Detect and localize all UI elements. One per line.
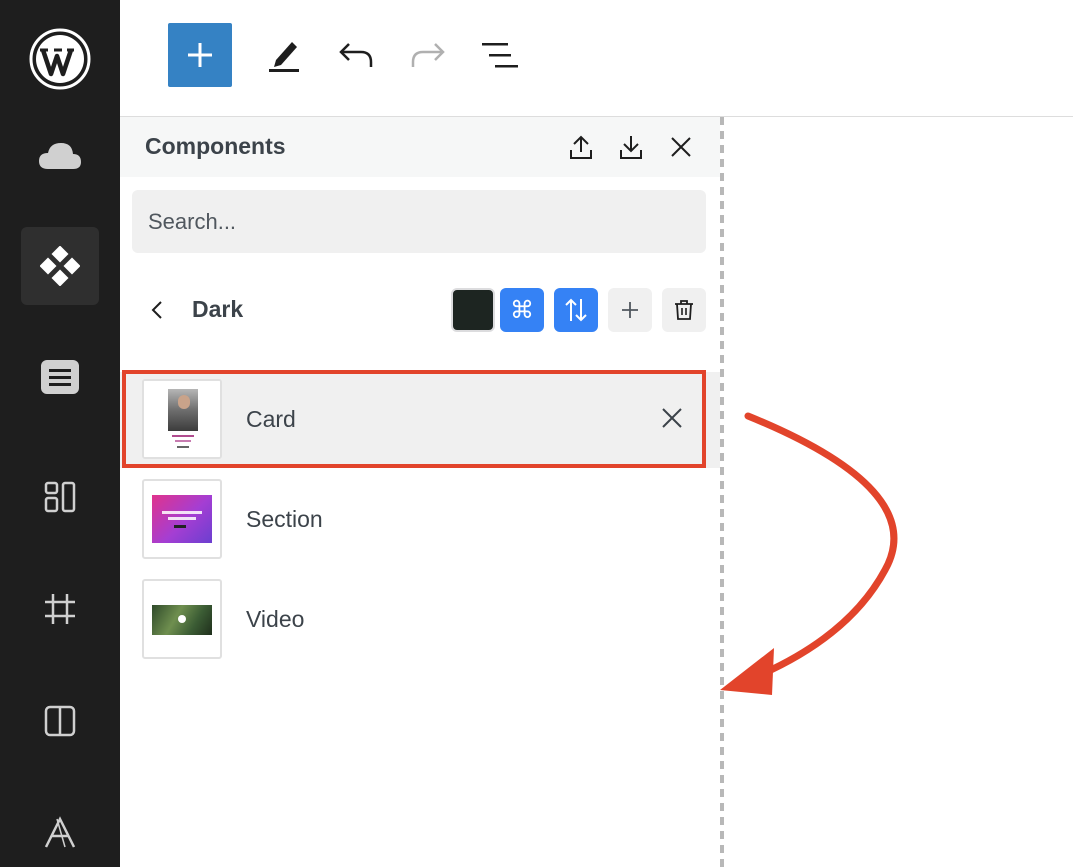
redo-icon xyxy=(411,43,445,67)
export-button[interactable] xyxy=(565,131,597,163)
list-item-video[interactable]: Video xyxy=(120,572,720,668)
remove-item-button[interactable] xyxy=(656,402,688,434)
color-swatch-button[interactable] xyxy=(451,288,495,332)
back-button[interactable] xyxy=(142,295,172,325)
upload-icon xyxy=(570,135,592,159)
edit-tools-button[interactable] xyxy=(252,23,316,87)
typography-icon xyxy=(44,816,76,848)
sidebar-item-typography[interactable] xyxy=(21,794,99,867)
sort-icon xyxy=(565,298,587,322)
sidebar-item-frame[interactable] xyxy=(21,570,99,648)
close-icon xyxy=(662,408,682,428)
add-block-button[interactable] xyxy=(168,23,232,87)
close-icon xyxy=(671,137,691,157)
components-icon xyxy=(40,246,80,286)
wordpress-logo-button[interactable] xyxy=(21,20,99,98)
redo-button[interactable] xyxy=(396,23,460,87)
list-view-button[interactable] xyxy=(468,23,532,87)
sidebar-item-components[interactable] xyxy=(21,227,99,305)
sidebar-item-pages[interactable] xyxy=(21,338,99,416)
section-thumbnail xyxy=(142,479,222,559)
sidebar-item-layout[interactable] xyxy=(21,458,99,536)
undo-icon xyxy=(339,43,373,67)
columns-icon xyxy=(44,705,76,737)
command-icon: ⌘ xyxy=(510,296,534,324)
list-view-icon xyxy=(482,43,518,68)
card-thumbnail xyxy=(142,379,222,459)
list-item-card[interactable]: Card xyxy=(120,372,720,468)
shortcut-toggle-button[interactable]: ⌘ xyxy=(500,288,544,332)
sidebar-item-columns[interactable] xyxy=(21,682,99,760)
sort-toggle-button[interactable] xyxy=(554,288,598,332)
layout-icon xyxy=(44,481,76,513)
download-icon xyxy=(620,136,642,159)
group-row: Dark ⌘ xyxy=(120,283,720,335)
item-label: Card xyxy=(246,406,296,432)
close-panel-button[interactable] xyxy=(665,131,697,163)
item-label: Video xyxy=(246,606,305,632)
panel-title: Components xyxy=(145,133,286,159)
chevron-left-icon xyxy=(151,301,162,319)
group-name: Dark xyxy=(192,296,244,322)
pen-icon xyxy=(269,42,299,72)
components-panel: Components Dark ⌘ xyxy=(120,117,720,867)
trash-icon xyxy=(675,300,693,320)
item-label: Section xyxy=(246,506,323,532)
list-item-section[interactable]: Section xyxy=(120,472,720,568)
import-button[interactable] xyxy=(615,131,647,163)
app-sidebar xyxy=(0,0,120,867)
search-input[interactable] xyxy=(132,190,706,253)
add-icon xyxy=(188,43,212,67)
editor-toolbar xyxy=(120,0,1073,117)
cloud-icon xyxy=(39,143,81,169)
delete-group-button[interactable] xyxy=(662,288,706,332)
panel-header: Components xyxy=(120,117,720,177)
wordpress-logo-icon xyxy=(29,28,91,90)
undo-button[interactable] xyxy=(324,23,388,87)
pages-icon xyxy=(41,360,79,394)
add-component-button[interactable] xyxy=(608,288,652,332)
plus-icon xyxy=(622,302,638,318)
video-thumbnail xyxy=(142,579,222,659)
drag-arrow-icon xyxy=(720,412,898,695)
sidebar-item-cloud[interactable] xyxy=(21,117,99,195)
frame-icon xyxy=(45,594,75,624)
